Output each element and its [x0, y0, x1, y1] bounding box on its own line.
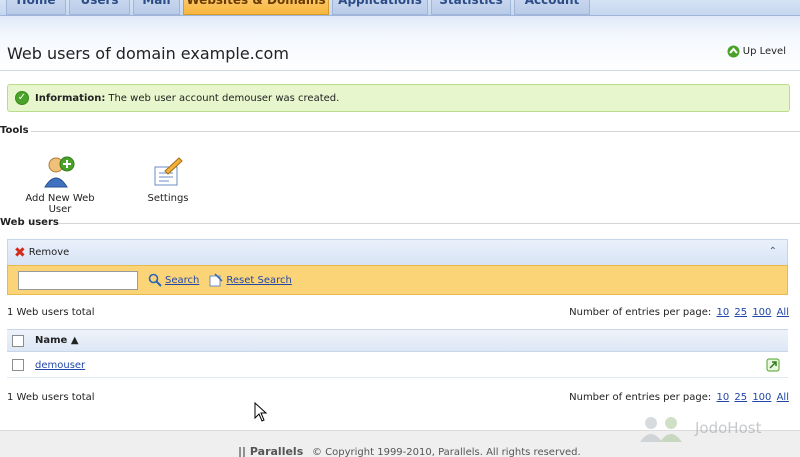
- watermark: JodoHost: [637, 414, 761, 442]
- per-page-25-bottom[interactable]: 25: [734, 392, 747, 403]
- parallels-logo: || Parallels: [238, 445, 303, 457]
- per-page-10[interactable]: 10: [716, 307, 729, 318]
- watermark-people-icon: [640, 417, 682, 442]
- info-message: ✓ Information: The web user account demo…: [7, 84, 790, 112]
- per-page-selector-top: Number of entries per page: 10 25 100 Al…: [569, 307, 789, 318]
- total-count-top: 1 Web users total: [7, 307, 95, 318]
- watermark-text: JodoHost: [695, 419, 762, 437]
- web-users-section-title: Web users: [0, 217, 59, 228]
- web-users-divider: [59, 223, 800, 224]
- up-level-link[interactable]: Up Level: [727, 45, 786, 58]
- add-new-web-user-button[interactable]: Add New Web User: [14, 155, 106, 215]
- tab-users[interactable]: Users: [69, 0, 130, 15]
- info-label: Information:: [35, 92, 106, 104]
- parallels-logo-text: Parallels: [249, 445, 304, 457]
- search-icon: [148, 273, 162, 287]
- info-text: The web user account demouser was create…: [108, 92, 340, 104]
- reset-search-button[interactable]: Reset Search: [209, 273, 292, 287]
- settings-button[interactable]: Settings: [140, 155, 196, 204]
- per-page-all-bottom[interactable]: All: [777, 392, 789, 403]
- add-new-web-user-label: Add New Web User: [25, 193, 95, 215]
- tools-section-title: Tools: [0, 125, 29, 136]
- collapse-toggle-icon[interactable]: ⌃: [769, 246, 777, 257]
- add-user-icon: [43, 155, 77, 189]
- tab-websites-domains[interactable]: Websites & Domains: [183, 0, 329, 15]
- per-page-100[interactable]: 100: [752, 307, 771, 318]
- top-navigation: Home Users Mail Websites & Domains Appli…: [0, 0, 800, 16]
- up-level-label: Up Level: [742, 46, 786, 57]
- reset-search-icon: [209, 273, 223, 287]
- total-count-bottom: 1 Web users total: [7, 392, 95, 403]
- remove-label: Remove: [28, 247, 70, 258]
- tab-mail[interactable]: Mail: [133, 0, 180, 15]
- per-page-100-bottom[interactable]: 100: [752, 392, 771, 403]
- up-level-icon: [727, 45, 740, 58]
- list-toolbar: ✖ Remove ⌃: [7, 239, 788, 265]
- search-label: Search: [165, 274, 200, 286]
- search-input[interactable]: [18, 270, 138, 290]
- name-column-header[interactable]: Name ▲: [35, 335, 79, 346]
- tools-divider: [31, 131, 800, 132]
- per-page-10-bottom[interactable]: 10: [716, 392, 729, 403]
- web-user-link[interactable]: demouser: [35, 360, 85, 371]
- remove-button[interactable]: ✖ Remove: [14, 246, 69, 260]
- select-all-checkbox[interactable]: [12, 334, 24, 347]
- copyright-text: © Copyright 1999-2010, Parallels. All ri…: [312, 447, 581, 457]
- tab-statistics[interactable]: Statistics: [431, 0, 511, 15]
- open-in-browser-icon[interactable]: [766, 358, 780, 372]
- per-page-label-bottom: Number of entries per page:: [569, 392, 712, 403]
- settings-label: Settings: [147, 193, 189, 204]
- reset-search-label: Reset Search: [226, 274, 292, 286]
- tab-home[interactable]: Home: [6, 0, 66, 15]
- success-check-icon: ✓: [15, 91, 29, 105]
- per-page-all[interactable]: All: [777, 307, 789, 318]
- per-page-label: Number of entries per page:: [569, 307, 712, 318]
- tab-applications[interactable]: Applications: [332, 0, 428, 15]
- parallels-logo-bars: ||: [238, 445, 247, 457]
- table-header: Name ▲: [7, 329, 788, 352]
- tab-account[interactable]: Account: [514, 0, 590, 15]
- search-button[interactable]: Search: [148, 273, 199, 287]
- remove-icon: ✖: [14, 244, 26, 261]
- title-divider: [0, 70, 800, 71]
- per-page-25[interactable]: 25: [734, 307, 747, 318]
- row-checkbox[interactable]: [12, 359, 24, 371]
- name-column-label: Name: [35, 335, 68, 346]
- sort-ascending-icon: ▲: [70, 335, 79, 346]
- table-row: demouser: [7, 353, 788, 378]
- settings-icon: [151, 155, 185, 189]
- mouse-cursor-icon: [254, 401, 268, 422]
- search-bar: Search Reset Search: [7, 265, 788, 295]
- page-title: Web users of domain example.com: [7, 44, 289, 63]
- per-page-selector-bottom: Number of entries per page: 10 25 100 Al…: [569, 392, 789, 403]
